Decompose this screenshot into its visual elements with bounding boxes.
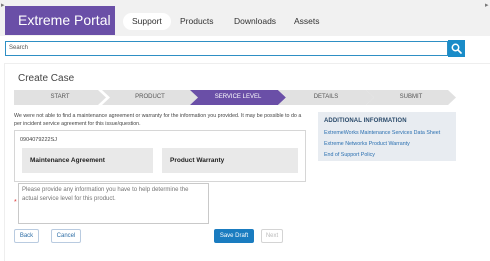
nav-assets[interactable]: Assets [294,13,320,30]
page-title: Create Case [18,73,75,84]
contract-id: 0904079222SJ [20,137,58,143]
maintenance-datasheet-link[interactable]: ExtremeWorks Maintenance Services Data S… [324,130,440,136]
step-start: START [14,90,106,105]
next-button[interactable]: Next [261,229,283,243]
step-service-level: SERVICE LEVEL [190,90,286,105]
step-product: PRODUCT [102,90,198,105]
portal-logo[interactable]: Extreme Portal [5,6,115,35]
step-submit: SUBMIT [366,90,456,105]
cancel-button[interactable]: Cancel [51,229,81,243]
save-draft-button[interactable]: Save Draft [214,229,254,243]
window-corner-icon: ▸ [485,2,489,9]
back-button[interactable]: Back [14,229,39,243]
search-icon [451,43,462,54]
maintenance-agreement-option[interactable]: Maintenance Agreement [22,148,153,173]
nav-downloads[interactable]: Downloads [234,13,276,30]
nav-products[interactable]: Products [180,13,214,30]
additional-info-title: ADDITIONAL INFORMATION [324,118,407,124]
end-of-support-link[interactable]: End of Support Policy [324,152,375,158]
nav-support[interactable]: Support [123,13,171,30]
service-level-description-field[interactable] [18,183,209,224]
product-warranty-link[interactable]: Extreme Networks Product Warranty [324,141,410,147]
required-marker: * [14,199,17,206]
progress-steps: START PRODUCT SERVICE LEVEL DETAILS SUBM… [14,90,456,105]
search-input[interactable]: Search [5,41,448,56]
no-agreement-notice: We were not able to find a maintenance a… [14,113,302,127]
step-details: DETAILS [278,90,374,105]
search-button[interactable] [448,40,465,57]
window-corner-icon: ▸ [1,2,5,9]
product-warranty-option[interactable]: Product Warranty [162,148,298,173]
